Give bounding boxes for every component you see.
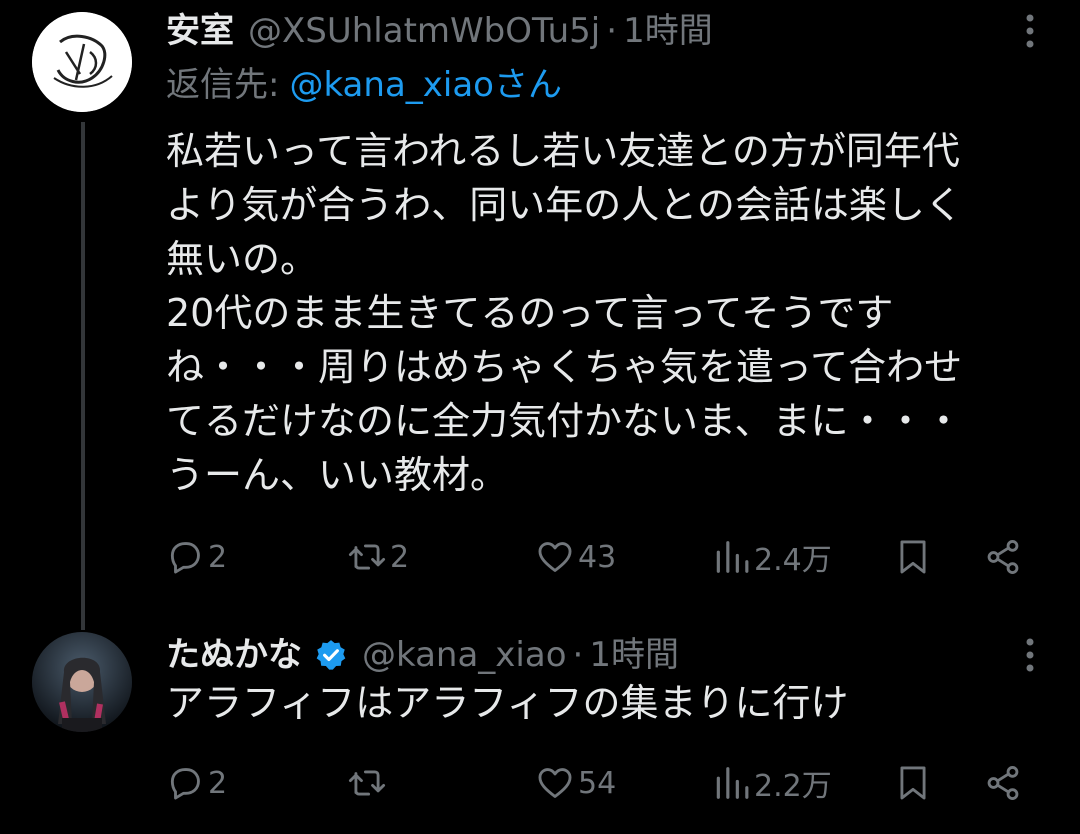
more-vertical-icon[interactable] (1026, 638, 1034, 672)
views-bar-chart-icon (716, 767, 749, 799)
like-count: 54 (578, 765, 617, 801)
display-name[interactable]: たぬかな (166, 632, 302, 678)
bookmark-button[interactable] (894, 760, 932, 806)
share-icon (987, 766, 1019, 800)
reply-button[interactable]: 2 (166, 760, 227, 806)
view-count: 2.2万 (754, 769, 832, 804)
tweet-text-line: うーん、いい教材。 (166, 453, 509, 497)
heart-icon (538, 768, 572, 798)
tweet-text-line: 20代のまま生きてるのって言ってそうです (166, 291, 894, 335)
reply-to-link[interactable]: @kana_xiaoさん (289, 65, 562, 105)
tweet-text-line: てるだけなのに全力気付かないま、まに・・・ (166, 399, 963, 443)
avatar[interactable] (32, 12, 132, 112)
tweet[interactable]: たぬかな @kana_xiao · 1時間 アラフィフはアラフィフの集まりに行け… (0, 610, 1080, 834)
views-button[interactable]: 2.2万 (712, 760, 832, 806)
tweet-header: たぬかな @kana_xiao · 1時間 (166, 632, 679, 678)
like-count: 43 (578, 539, 617, 575)
timestamp[interactable]: 1時間 (623, 8, 713, 54)
like-button[interactable]: 54 (536, 760, 616, 806)
views-button[interactable]: 2.4万 (712, 534, 832, 580)
user-handle[interactable]: @kana_xiao (362, 632, 567, 678)
action-bar: 2 54 2.2万 (166, 760, 1046, 806)
separator-dot: · (606, 11, 618, 51)
tweet-text-line: 無いの。 (166, 237, 319, 281)
reply-context: 返信先: @kana_xiaoさん (166, 62, 562, 108)
share-button[interactable] (984, 760, 1022, 806)
heart-icon (538, 542, 572, 572)
retweet-icon (348, 544, 386, 570)
verified-badge-icon (316, 640, 346, 670)
bookmark-icon (900, 766, 926, 800)
separator-dot: · (572, 635, 584, 675)
tweet-text: アラフィフはアラフィフの集まりに行け (166, 676, 1056, 730)
retweet-button[interactable]: 2 (348, 534, 409, 580)
tweet-text-line: アラフィフはアラフィフの集まりに行け (166, 681, 849, 725)
like-button[interactable]: 43 (536, 534, 616, 580)
thread-connector-line (81, 122, 85, 630)
share-button[interactable] (984, 534, 1022, 580)
reply-button[interactable]: 2 (166, 534, 227, 580)
reply-count: 2 (208, 539, 228, 575)
reply-bubble-icon (170, 542, 200, 574)
bookmark-icon (900, 540, 926, 574)
user-handle[interactable]: @XSUhlatmWbOTu5j (248, 8, 600, 54)
reply-count: 2 (208, 765, 228, 801)
tweet-text-line: ね・・・周りはめちゃくちゃ気を遣って合わせ (166, 345, 963, 389)
tweet[interactable]: 安室 @XSUhlatmWbOTu5j · 1時間 返信先: @kana_xiao… (0, 0, 1080, 630)
more-vertical-icon[interactable] (1026, 14, 1034, 48)
tweet-header: 安室 @XSUhlatmWbOTu5j · 1時間 (166, 8, 713, 54)
display-name[interactable]: 安室 (166, 8, 234, 54)
tweet-text-line: 私若いって言われるし若い友達との方が同年代 (166, 129, 960, 173)
timestamp[interactable]: 1時間 (589, 632, 679, 678)
retweet-count: 2 (390, 539, 410, 575)
retweet-icon (348, 770, 386, 796)
action-bar: 2 2 43 2.4万 (166, 534, 1046, 580)
avatar[interactable] (32, 632, 132, 732)
views-bar-chart-icon (716, 541, 749, 573)
bookmark-button[interactable] (894, 534, 932, 580)
reply-label: 返信先: (166, 65, 280, 105)
reply-bubble-icon (170, 768, 200, 800)
retweet-button[interactable] (348, 760, 390, 806)
tweet-text: 私若いって言われるし若い友達との方が同年代 より気が合うわ、同い年の人との会話は… (166, 124, 1056, 502)
tweet-text-line: より気が合うわ、同い年の人との会話は楽しく (166, 183, 963, 227)
view-count: 2.4万 (754, 543, 832, 578)
share-icon (987, 540, 1019, 574)
